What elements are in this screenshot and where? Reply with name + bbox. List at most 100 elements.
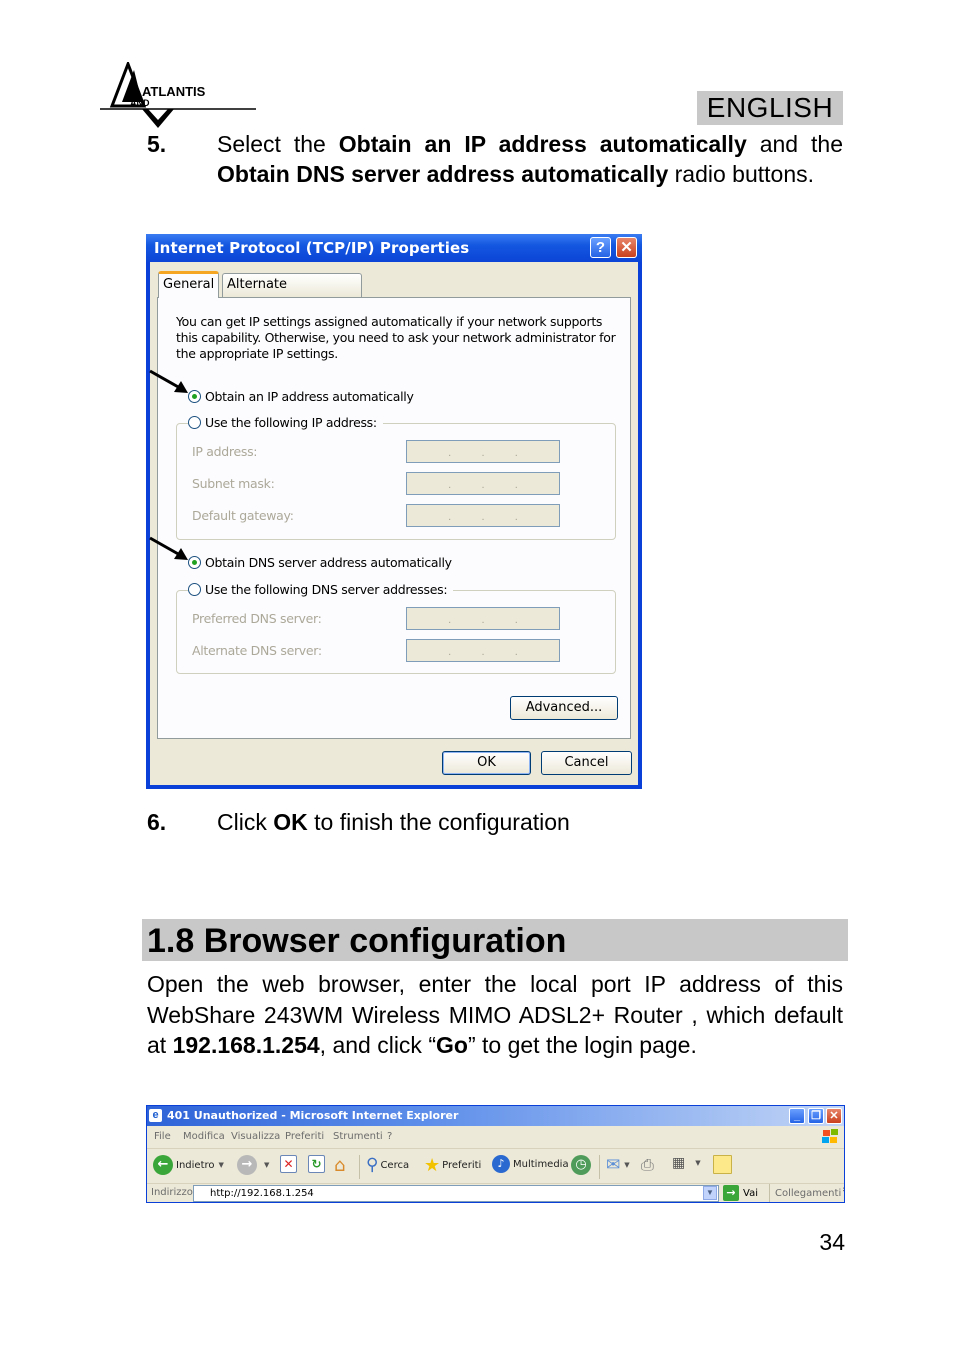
subnet-mask-label: Subnet mask: (192, 476, 275, 491)
ie-page-icon: e (149, 1109, 162, 1122)
radio-label: Use the following DNS server addresses: (205, 582, 448, 597)
ip-address-input[interactable]: ... (406, 440, 560, 463)
text-run: , and click “ (319, 1032, 436, 1058)
refresh-button[interactable]: ↻ (308, 1155, 325, 1173)
tab-general[interactable]: General (158, 271, 220, 298)
menu-visualizza[interactable]: Visualizza (231, 1131, 280, 1142)
close-button[interactable]: ✕ (826, 1108, 842, 1124)
dropdown-caret-icon: ▼ (264, 1161, 270, 1169)
alternate-dns-input[interactable]: ... (406, 639, 560, 662)
preferred-dns-label: Preferred DNS server: (192, 611, 322, 626)
browser-title: 401 Unauthorized - Microsoft Internet Ex… (167, 1109, 459, 1122)
default-gateway-label: Default gateway: (192, 508, 294, 523)
ip-address-label: IP address: (192, 444, 258, 459)
radio-obtain-dns-auto[interactable]: Obtain DNS server address automatically (188, 555, 452, 571)
step-number: 5. (147, 131, 167, 157)
menu-bar: File Modifica Visualizza Preferiti Strum… (147, 1126, 844, 1149)
radio-label: Use the following IP address: (205, 415, 377, 430)
text-run-bold: OK (273, 809, 308, 835)
radio-use-following-dns[interactable]: Use the following DNS server addresses: (188, 582, 454, 598)
print-button[interactable]: ⎙ (641, 1155, 654, 1175)
dialog-titlebar: Internet Protocol (TCP/IP) Properties ? … (146, 234, 642, 262)
edit-button[interactable]: ▦ ▼ (672, 1155, 701, 1171)
history-button[interactable]: ◷ (571, 1155, 594, 1175)
tab-alternate-configuration[interactable]: Alternate Configuration (222, 273, 362, 314)
radio-obtain-ip-auto[interactable]: Obtain an IP address automatically (188, 389, 414, 405)
close-button[interactable]: ✕ (616, 237, 637, 258)
windows-logo-icon (822, 1129, 838, 1143)
menu-preferiti[interactable]: Preferiti (285, 1131, 324, 1142)
logo-text: ATLANTIS (142, 84, 206, 99)
address-bar: Indirizzo http://192.168.1.254 ▼ → Vai Co… (147, 1184, 844, 1202)
dropdown-caret-icon: ▼ (218, 1161, 224, 1169)
text-run-bold: Obtain DNS server address automatically (217, 161, 669, 187)
links-label: Collegamenti (775, 1188, 842, 1199)
go-button[interactable]: → Vai (723, 1185, 758, 1201)
links-bar[interactable]: Collegamenti » (769, 1184, 844, 1202)
page-number: 34 (819, 1229, 845, 1255)
ok-button[interactable]: OK (442, 751, 531, 775)
back-button[interactable]: ← Indietro ▼ (153, 1155, 224, 1175)
atlantis-land-logo: ATLANTIS AND (100, 62, 256, 128)
history-icon: ◷ (571, 1155, 591, 1175)
general-tab-panel: You can get IP settings assigned automat… (157, 297, 631, 739)
mail-button[interactable]: ✉ ▼ (606, 1155, 630, 1175)
text-run: Click (217, 809, 274, 835)
address-label: Indirizzo (151, 1187, 193, 1198)
menu-help[interactable]: ? (387, 1131, 392, 1142)
address-input[interactable]: http://192.168.1.254 (193, 1185, 719, 1202)
back-label: Indietro (176, 1159, 215, 1171)
logo-subtext: AND (130, 98, 150, 108)
forward-arrow-icon: → (237, 1155, 257, 1175)
note-icon (713, 1155, 732, 1174)
stop-button[interactable]: ✕ (280, 1155, 297, 1173)
internet-explorer-window: e 401 Unauthorized - Microsoft Internet … (146, 1105, 845, 1203)
minimize-button[interactable]: _ (789, 1108, 805, 1124)
tcpip-properties-dialog: Internet Protocol (TCP/IP) Properties ? … (146, 234, 642, 789)
subnet-mask-input[interactable]: ... (406, 472, 560, 495)
edit-icon: ▦ (672, 1155, 686, 1171)
home-button[interactable]: ⌂ (334, 1155, 345, 1176)
alternate-dns-label: Alternate DNS server: (192, 643, 322, 658)
default-gateway-input[interactable]: ... (406, 504, 560, 527)
go-arrow-icon: → (723, 1185, 739, 1201)
menu-file[interactable]: File (154, 1131, 171, 1142)
go-label: Vai (743, 1187, 758, 1199)
dropdown-caret-icon: ▼ (695, 1159, 701, 1167)
radio-unchecked-icon (188, 583, 201, 596)
standard-toolbar: ← Indietro ▼ → ▼ ✕ ↻ ⌂ ⚲ Cerca ★ Preferiti ♪… (147, 1149, 844, 1184)
media-button[interactable]: ♪ Multimedia (492, 1155, 569, 1173)
media-label: Multimedia (513, 1158, 569, 1170)
menu-strumenti[interactable]: Strumenti (333, 1131, 383, 1142)
dns-server-group: Preferred DNS server: ... Alternate DNS … (176, 590, 616, 674)
notes-button[interactable] (713, 1155, 732, 1174)
address-dropdown-icon[interactable]: ▼ (703, 1186, 717, 1200)
intro-text: You can get IP settings assigned automat… (176, 314, 616, 361)
menu-modifica[interactable]: Modifica (183, 1131, 225, 1142)
radio-label: Obtain DNS server address automatically (205, 555, 452, 570)
radio-use-following-ip[interactable]: Use the following IP address: (188, 415, 383, 431)
mail-icon: ✉ (606, 1155, 621, 1175)
favorites-label: Preferiti (442, 1160, 482, 1171)
radio-label: Obtain an IP address automatically (205, 389, 414, 404)
favorites-button[interactable]: ★ Preferiti (424, 1155, 481, 1176)
search-label: Cerca (380, 1159, 410, 1171)
language-badge: ENGLISH (697, 91, 843, 125)
ip-address-group: IP address: ... Subnet mask: ... Default… (176, 423, 616, 540)
text-run: and the (746, 131, 843, 157)
search-button[interactable]: ⚲ Cerca (366, 1155, 409, 1175)
step-number: 6. (147, 809, 167, 835)
section-heading: 1.8 Browser configuration (142, 919, 848, 961)
forward-button[interactable]: → ▼ (237, 1155, 269, 1175)
text-run-bold: Go (436, 1032, 468, 1058)
cancel-button[interactable]: Cancel (541, 751, 632, 775)
refresh-icon: ↻ (308, 1155, 325, 1173)
help-button[interactable]: ? (590, 237, 611, 258)
preferred-dns-input[interactable]: ... (406, 607, 560, 630)
dialog-body: General Alternate Configuration You can … (150, 262, 638, 785)
dialog-title: Internet Protocol (TCP/IP) Properties (154, 239, 470, 257)
favorites-star-icon: ★ (424, 1155, 441, 1176)
stop-icon: ✕ (280, 1155, 297, 1173)
restore-button[interactable]: ❐ (808, 1108, 824, 1124)
advanced-button[interactable]: Advanced... (510, 696, 618, 720)
